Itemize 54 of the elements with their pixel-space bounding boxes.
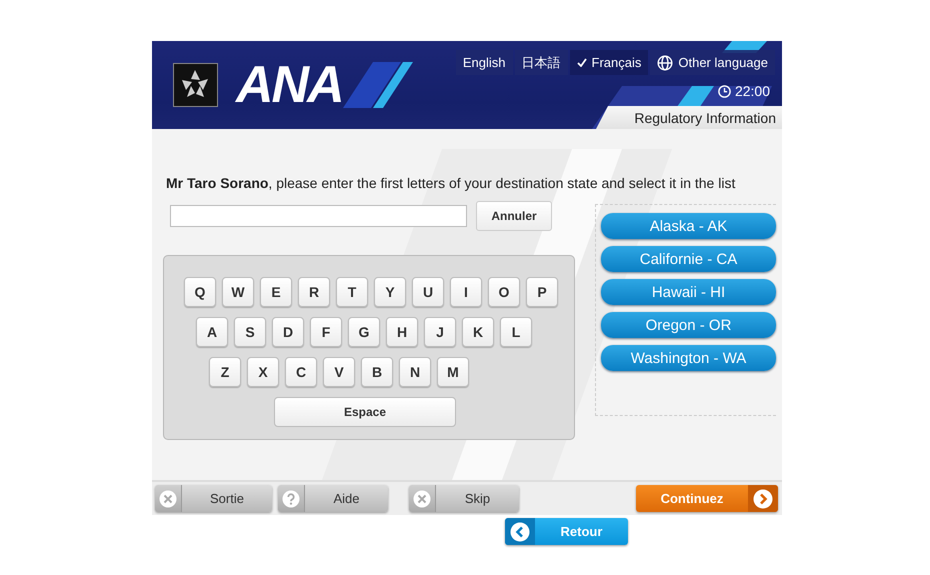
- keyboard-key[interactable]: I: [450, 277, 482, 307]
- language-option[interactable]: English: [456, 50, 513, 75]
- clock-time: 22:00: [734, 83, 770, 99]
- keyboard-key[interactable]: L: [500, 317, 532, 347]
- section-title: Regulatory Information: [634, 110, 776, 126]
- star-logo-icon: [173, 63, 218, 107]
- keyboard-key[interactable]: X: [247, 357, 279, 387]
- language-option[interactable]: Other language: [650, 50, 775, 75]
- keyboard-key[interactable]: M: [437, 357, 469, 387]
- keyboard-key[interactable]: W: [222, 277, 254, 307]
- keyboard-key[interactable]: E: [260, 277, 292, 307]
- help-button[interactable]: Aide: [278, 485, 388, 512]
- search-field[interactable]: [170, 205, 467, 227]
- language-label: Other language: [678, 55, 768, 70]
- keyboard-key[interactable]: P: [526, 277, 558, 307]
- next-icon: [753, 488, 773, 508]
- keyboard-key[interactable]: R: [298, 277, 330, 307]
- keyboard-key[interactable]: C: [285, 357, 317, 387]
- language-option[interactable]: Français: [570, 50, 648, 75]
- clock-icon: [718, 84, 731, 98]
- instruction-text: Mr Taro Sorano, please enter the first letters of your destination state and select it in the list: [166, 175, 736, 192]
- keyboard-key[interactable]: S: [234, 317, 266, 347]
- keyboard-key[interactable]: J: [424, 317, 456, 347]
- keyboard-key[interactable]: G: [348, 317, 380, 347]
- help-icon: [282, 490, 300, 508]
- language-label: 日本語: [522, 54, 561, 72]
- logo-stripes-icon: [342, 62, 413, 108]
- keyboard-key[interactable]: D: [272, 317, 304, 347]
- space-key[interactable]: Espace: [274, 397, 456, 427]
- keyboard-key[interactable]: B: [361, 357, 393, 387]
- keyboard-key[interactable]: Y: [374, 277, 406, 307]
- keyboard-key[interactable]: H: [386, 317, 418, 347]
- keyboard-key[interactable]: V: [323, 357, 355, 387]
- check-icon: [576, 58, 587, 67]
- back-icon: [510, 522, 530, 542]
- keyboard-key[interactable]: U: [412, 277, 444, 307]
- language-label: Français: [592, 55, 642, 70]
- keyboard-key[interactable]: Z: [209, 357, 241, 387]
- skip-button[interactable]: Skip: [409, 485, 519, 512]
- close-icon: [413, 490, 431, 508]
- keyboard-key[interactable]: Q: [184, 277, 216, 307]
- keyboard-key[interactable]: K: [462, 317, 494, 347]
- keyboard-key[interactable]: A: [196, 317, 228, 347]
- language-option[interactable]: 日本語: [514, 50, 568, 75]
- airline-logo: ANA: [236, 59, 343, 111]
- exit-button[interactable]: Sortie: [155, 485, 272, 512]
- language-label: English: [462, 55, 506, 70]
- keyboard-key[interactable]: O: [488, 277, 520, 307]
- keyboard-key[interactable]: T: [336, 277, 368, 307]
- keyboard-key[interactable]: N: [399, 357, 431, 387]
- keyboard-key[interactable]: F: [310, 317, 342, 347]
- close-icon: [159, 490, 177, 508]
- cancel-button[interactable]: Annuler: [476, 201, 552, 231]
- globe-icon: [657, 54, 674, 70]
